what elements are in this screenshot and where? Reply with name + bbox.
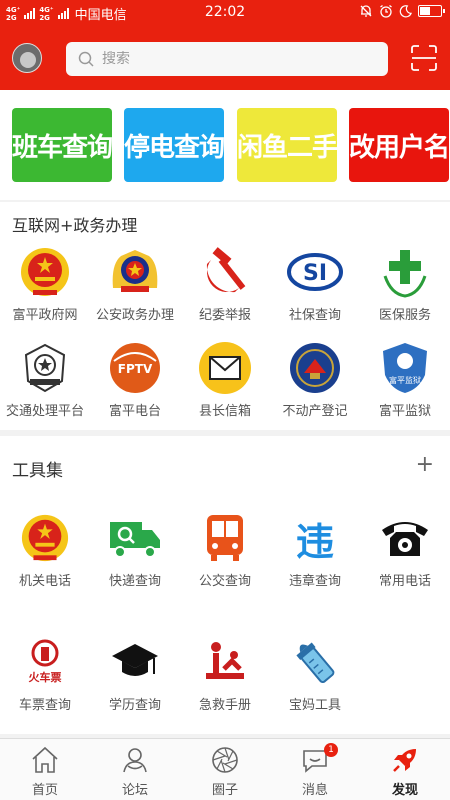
tool-item-office-phones[interactable]: 机关电话: [0, 510, 90, 589]
search-input[interactable]: [102, 51, 362, 67]
nav-label: 首页: [31, 783, 58, 798]
home-icon: [32, 746, 58, 773]
gov-item-mayor-mailbox[interactable]: 县长信箱: [180, 340, 270, 419]
national-emblem-icon: [17, 244, 73, 300]
bottom-nav: 首页 论坛 圈子 1 消息 发现: [0, 738, 450, 800]
nav-discover[interactable]: 发现: [360, 745, 450, 798]
bell-mute-icon: [360, 5, 372, 17]
national-emblem-icon: [17, 510, 73, 566]
telephone-icon: [377, 510, 433, 566]
item-label: 富平电台: [108, 404, 161, 419]
nav-label: 圈子: [211, 783, 238, 798]
item-label: 常用电话: [378, 574, 431, 589]
gov-item-prison[interactable]: 富平监狱 富平监狱: [360, 340, 450, 419]
tool-item-violation-query[interactable]: 违 违章查询: [270, 510, 360, 590]
item-label: 车票查询: [18, 698, 71, 713]
baby-bottle-icon: [287, 634, 343, 690]
search-icon: [78, 51, 94, 67]
nav-label: 论坛: [121, 783, 148, 798]
fptv-logo-icon: FPTV: [107, 340, 163, 396]
nav-label: 消息: [301, 783, 328, 798]
section-title: 工具集: [12, 461, 63, 481]
banner-change-username[interactable]: 改用户名: [349, 108, 449, 182]
scan-icon[interactable]: [410, 44, 438, 72]
item-label: 公交查询: [198, 574, 251, 589]
gov-item-real-estate-registry[interactable]: 不动产登记: [270, 340, 360, 419]
item-label: 快递查询: [108, 574, 161, 589]
delivery-truck-icon: [107, 510, 163, 566]
item-label: 富平监狱: [378, 404, 431, 419]
tool-item-express-query[interactable]: 快递查询: [90, 510, 180, 589]
graduation-cap-icon: [107, 634, 163, 690]
status-bar: 4G⁺ 2G 4G⁺ 2G 中国电信 22:02: [0, 0, 450, 26]
tool-item-common-phones[interactable]: 常用电话: [360, 510, 450, 589]
nav-forum[interactable]: 论坛: [90, 745, 180, 798]
banner-second-hand[interactable]: 闲鱼二手: [237, 108, 337, 182]
traffic-police-emblem-icon: [17, 340, 73, 396]
battery-icon: [418, 5, 445, 17]
add-tool-button[interactable]: +: [416, 454, 434, 476]
search-bar[interactable]: [66, 42, 388, 76]
tool-item-education-query[interactable]: 学历查询: [90, 634, 180, 713]
svg-text:火车票: 火车票: [29, 670, 62, 684]
item-label: 纪委举报: [198, 308, 251, 323]
tool-item-bus-query[interactable]: 公交查询: [180, 510, 270, 589]
tool-item-ticket-query[interactable]: 火车票 车票查询: [0, 634, 90, 713]
item-label: 县长信箱: [198, 404, 251, 419]
svg-text:FPTV: FPTV: [118, 362, 153, 376]
nav-label: 发现: [391, 783, 418, 798]
gov-item-traffic-platform[interactable]: 交通处理平台: [0, 340, 90, 419]
item-label: 富平政府网: [12, 308, 78, 323]
real-estate-badge-icon: [287, 340, 343, 396]
prison-shield-icon: 富平监狱: [377, 340, 433, 396]
mail-envelope-icon: [197, 340, 253, 396]
bus-icon: [197, 510, 253, 566]
item-label: 不动产登记: [282, 404, 348, 419]
svg-text:SI: SI: [303, 261, 327, 286]
gov-services-section: 互联网+政务办理 富平政府网 公安政务办理 纪委举报 SI 社保查询 医保服务: [0, 202, 450, 430]
rocket-icon: [393, 749, 416, 772]
gov-item-medical-insurance[interactable]: 医保服务: [360, 244, 450, 323]
alarm-icon: [380, 4, 392, 18]
first-aid-icon: [197, 634, 253, 690]
tool-item-mom-tools[interactable]: 宝妈工具: [270, 634, 360, 713]
aperture-icon: [212, 747, 238, 773]
tool-item-first-aid[interactable]: 急救手册: [180, 634, 270, 713]
app-header: [0, 26, 450, 90]
unread-badge: 1: [324, 743, 338, 757]
nav-circle[interactable]: 圈子: [180, 745, 270, 798]
violation-char-icon: 违: [295, 519, 334, 564]
social-security-logo-icon: SI: [287, 244, 343, 300]
item-label: 宝妈工具: [288, 698, 341, 713]
banner-power-outage-query[interactable]: 停电查询: [124, 108, 224, 182]
nav-messages[interactable]: 1 消息: [270, 743, 360, 798]
item-label: 交通处理平台: [5, 404, 84, 419]
hammer-sickle-icon: [197, 244, 253, 300]
police-emblem-icon: [107, 244, 163, 300]
gov-item-discipline-report[interactable]: 纪委举报: [180, 244, 270, 323]
gov-item-police-services[interactable]: 公安政务办理: [90, 244, 180, 323]
banner-bus-query[interactable]: 班车查询: [12, 108, 112, 182]
item-label: 社保查询: [288, 308, 341, 323]
section-title: 互联网+政务办理: [12, 216, 138, 235]
train-ticket-icon: 火车票: [17, 634, 73, 690]
gov-item-government-site[interactable]: 富平政府网: [0, 244, 90, 323]
medical-cross-icon: [377, 244, 433, 300]
item-label: 违章查询: [288, 574, 341, 589]
tools-section: 工具集 + 机关电话 快递查询 公交查询 违 违章查询 常用电话 火车票 车票查…: [0, 436, 450, 734]
svg-text:富平监狱: 富平监狱: [389, 375, 421, 385]
nav-home[interactable]: 首页: [0, 745, 90, 798]
item-label: 机关电话: [18, 574, 71, 589]
forum-icon: [123, 748, 147, 773]
item-label: 急救手册: [198, 698, 251, 713]
avatar[interactable]: [12, 43, 42, 73]
gov-item-radio-station[interactable]: FPTV 富平电台: [90, 340, 180, 419]
gov-item-social-security[interactable]: SI 社保查询: [270, 244, 360, 323]
item-label: 公安政务办理: [95, 308, 174, 323]
banner-row: 班车查询 停电查询 闲鱼二手 改用户名: [0, 90, 450, 200]
item-label: 医保服务: [378, 308, 431, 323]
item-label: 学历查询: [108, 698, 161, 713]
moon-icon: [399, 4, 412, 17]
